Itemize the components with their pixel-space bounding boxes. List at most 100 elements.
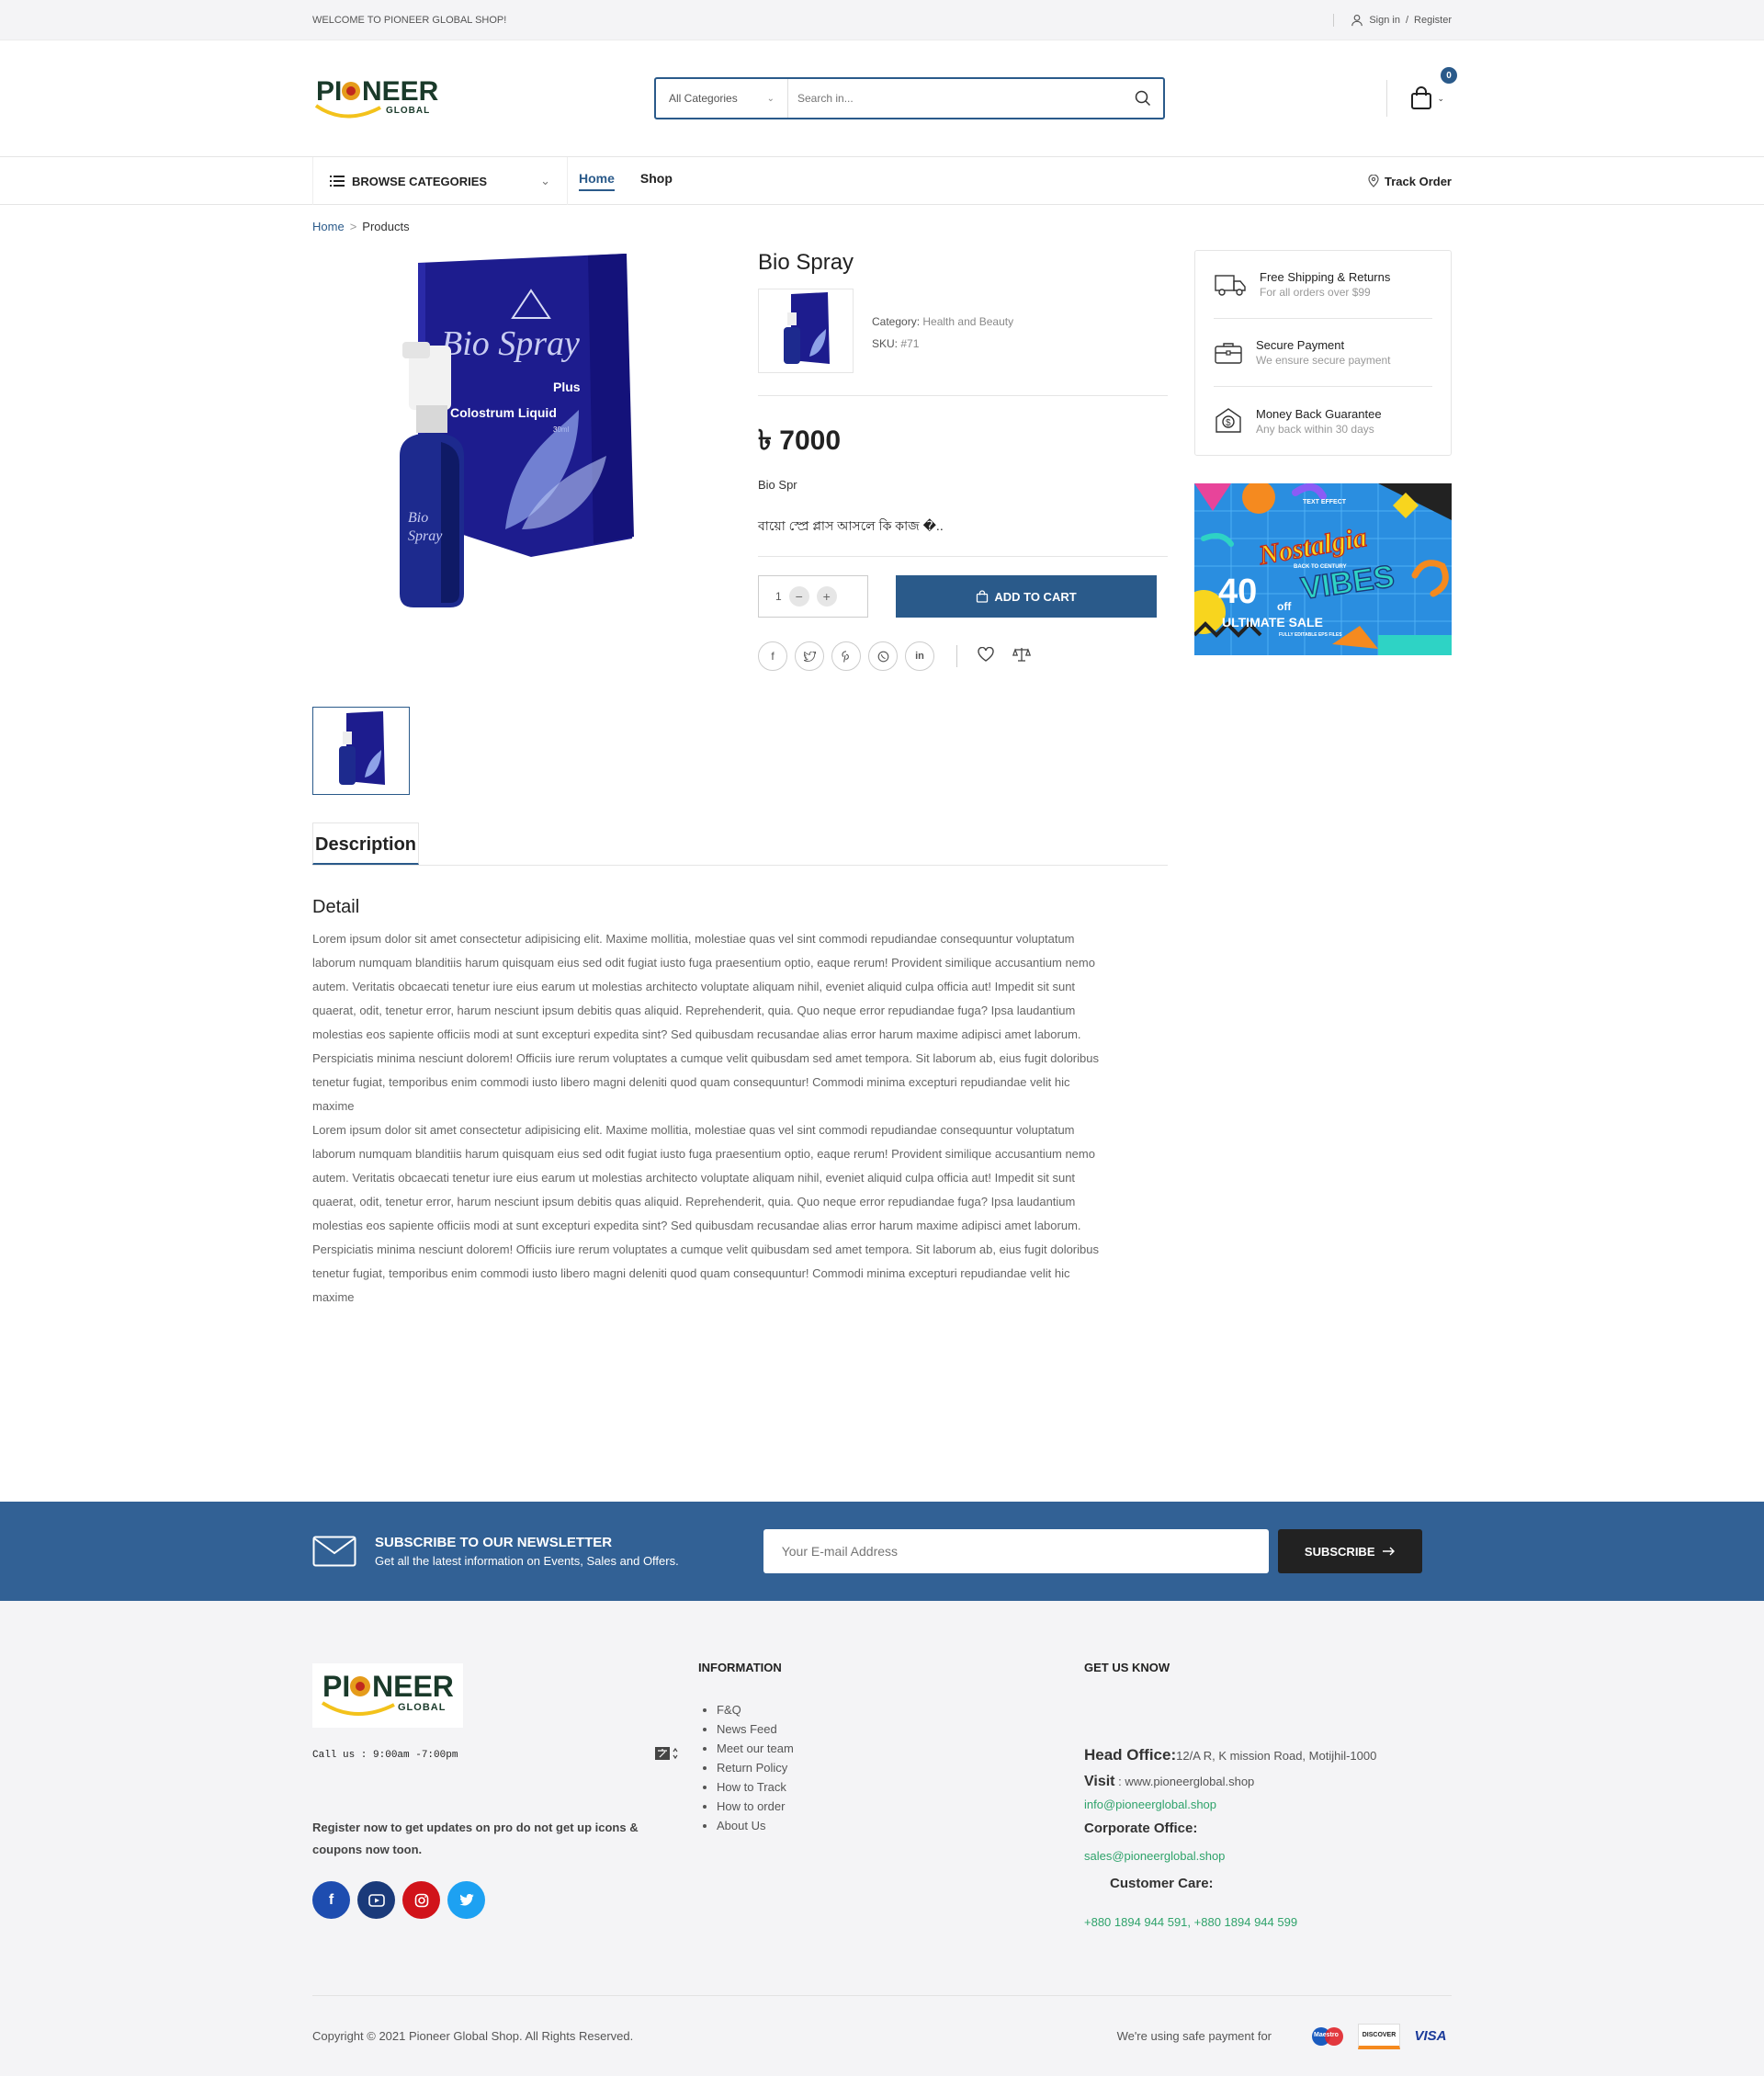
category-link[interactable]: Health and Beauty bbox=[922, 315, 1013, 328]
feature-title: Money Back Guarantee bbox=[1256, 406, 1382, 421]
twitter-icon[interactable] bbox=[447, 1881, 485, 1919]
product-thumbnail-active[interactable] bbox=[312, 707, 410, 795]
search-category-label: All Categories bbox=[669, 92, 738, 105]
product-main-image[interactable]: Bio Spray Plus Colostrum Liquid 30ml Bio… bbox=[312, 254, 735, 621]
box-plus-text: Plus bbox=[553, 380, 581, 394]
briefcase-icon bbox=[1215, 342, 1242, 364]
cart-count-badge: 0 bbox=[1441, 67, 1457, 84]
phone-numbers[interactable]: +880 1894 944 591, +880 1894 944 599 bbox=[1084, 1915, 1297, 1929]
instagram-icon[interactable] bbox=[402, 1881, 440, 1919]
svg-text:PI: PI bbox=[322, 1670, 350, 1703]
truck-icon bbox=[1215, 274, 1246, 296]
search-category-select[interactable]: All Categories ⌄ bbox=[656, 79, 788, 118]
envelope-icon bbox=[312, 1536, 356, 1567]
footer-know-heading: GET US KNOW bbox=[1084, 1661, 1170, 1674]
feature-desc: Any back within 30 days bbox=[1256, 422, 1374, 436]
footer-link-news-feed[interactable]: News Feed bbox=[717, 1719, 1047, 1739]
sales-email-link[interactable]: sales@pioneerglobal.shop bbox=[1084, 1849, 1225, 1863]
shopping-bag-icon bbox=[977, 590, 989, 603]
subscribe-label: SUBSCRIBE bbox=[1304, 1544, 1375, 1559]
tab-description[interactable]: Description bbox=[312, 822, 420, 865]
feature-title: Secure Payment bbox=[1256, 338, 1345, 352]
product-thumbnail-small[interactable] bbox=[758, 289, 854, 373]
footer-link-how-to-track[interactable]: How to Track bbox=[717, 1777, 1047, 1797]
banner-off: off bbox=[1277, 600, 1292, 613]
footer: PI NEER GLOBAL Call us : 9:00am -7:00pm … bbox=[0, 1601, 1764, 2076]
banner-small-text: FULLY EDITABLE EPS FILES bbox=[1279, 632, 1342, 638]
compare-icon[interactable] bbox=[1012, 647, 1032, 666]
site-logo[interactable]: PI NEER GLOBAL bbox=[312, 71, 450, 126]
track-order-link[interactable]: Track Order bbox=[1368, 175, 1452, 188]
info-email-link[interactable]: info@pioneerglobal.shop bbox=[1084, 1798, 1216, 1811]
twitter-icon[interactable] bbox=[795, 641, 824, 671]
safe-payment-text: We're using safe payment for bbox=[1116, 2029, 1272, 2043]
search-input[interactable] bbox=[788, 79, 1123, 118]
svg-text:Bio: Bio bbox=[408, 510, 428, 526]
cart-button[interactable]: ⌄ 0 bbox=[1386, 67, 1457, 117]
svg-text:GLOBAL: GLOBAL bbox=[386, 106, 430, 116]
minus-icon[interactable]: − bbox=[788, 586, 809, 607]
product-tabs: Description bbox=[312, 822, 1168, 866]
maestro-icon: Maestro bbox=[1308, 2024, 1349, 2049]
account-links: Sign in / Register bbox=[1333, 14, 1452, 27]
register-link[interactable]: Register bbox=[1414, 15, 1452, 26]
chevron-down-icon: ⌄ bbox=[540, 174, 550, 187]
share-links: f in bbox=[758, 641, 1168, 671]
top-bar: WELCOME TO PIONEER GLOBAL SHOP! Sign in … bbox=[0, 0, 1764, 40]
newsletter-text: SUBSCRIBE TO OUR NEWSLETTER Get all the … bbox=[375, 1535, 679, 1568]
plus-icon[interactable]: + bbox=[816, 586, 837, 607]
breadcrumb-current: Products bbox=[362, 220, 410, 233]
footer-logo-graphic: PI NEER GLOBAL bbox=[321, 1670, 454, 1716]
footer-information: INFORMATION F&Q News Feed Meet our team … bbox=[698, 1661, 1047, 1835]
footer-link-how-to-order[interactable]: How to order bbox=[717, 1797, 1047, 1816]
newsletter-bar: SUBSCRIBE TO OUR NEWSLETTER Get all the … bbox=[0, 1502, 1764, 1601]
main-content: Home > Products Bio Spray Plus Colostrum L… bbox=[312, 220, 1452, 1310]
product-meta-text: Category: Health and Beauty SKU: #71 bbox=[872, 311, 1013, 373]
language-icon[interactable] bbox=[654, 1746, 678, 1764]
website-link[interactable]: : www.pioneerglobal.shop bbox=[1118, 1775, 1254, 1788]
pinterest-icon[interactable] bbox=[831, 641, 861, 671]
whatsapp-icon[interactable] bbox=[868, 641, 898, 671]
banner-discount: 40 bbox=[1218, 573, 1257, 611]
youtube-icon[interactable] bbox=[357, 1881, 395, 1919]
search-button[interactable] bbox=[1123, 90, 1163, 107]
product-meta: Category: Health and Beauty SKU: #71 bbox=[758, 289, 1168, 396]
facebook-icon[interactable]: f bbox=[758, 641, 787, 671]
footer-link-team[interactable]: Meet our team bbox=[717, 1739, 1047, 1758]
facebook-icon[interactable]: f bbox=[312, 1881, 350, 1919]
nav-shop[interactable]: Shop bbox=[640, 171, 673, 191]
signin-link[interactable]: Sign in bbox=[1369, 15, 1400, 26]
box-brand-text: Bio Spray bbox=[441, 324, 580, 363]
feature-secure-payment: Secure Payment We ensure secure payment bbox=[1214, 319, 1432, 387]
promo-banner[interactable]: TEXT EFFECT Nostalgia BACK TO CENTURY 40… bbox=[1194, 483, 1452, 655]
footer-link-faq[interactable]: F&Q bbox=[717, 1700, 1047, 1719]
product-thumb-photo bbox=[784, 292, 830, 364]
footer-link-return-policy[interactable]: Return Policy bbox=[717, 1758, 1047, 1777]
subscribe-button[interactable]: SUBSCRIBE bbox=[1277, 1529, 1422, 1573]
add-to-cart-button[interactable]: ADD TO CART bbox=[896, 575, 1157, 618]
feature-desc: We ensure secure payment bbox=[1256, 354, 1391, 367]
quantity-value[interactable]: 1 bbox=[775, 590, 782, 603]
product-price: ৳ 7000 bbox=[758, 425, 842, 456]
product-photo: Bio Spray Plus Colostrum Liquid 30ml Bio… bbox=[400, 254, 634, 607]
sku-label: SKU: bbox=[872, 337, 899, 350]
heart-icon[interactable] bbox=[978, 646, 994, 666]
footer-logo[interactable]: PI NEER GLOBAL bbox=[312, 1663, 463, 1728]
add-to-cart-row: 1 − + ADD TO CART bbox=[758, 575, 1168, 618]
footer-info-heading: INFORMATION bbox=[698, 1661, 782, 1674]
sku-value: #71 bbox=[900, 337, 920, 350]
linkedin-icon[interactable]: in bbox=[905, 641, 934, 671]
browse-label: BROWSE CATEGORIES bbox=[352, 174, 488, 188]
footer-link-about-us[interactable]: About Us bbox=[717, 1816, 1047, 1835]
chevron-down-icon: ⌄ bbox=[1437, 93, 1444, 103]
payment-icons: Maestro DISCOVER VISA bbox=[1308, 2023, 1452, 2049]
quantity-stepper: 1 − + bbox=[758, 575, 868, 618]
shopping-bag-icon bbox=[1411, 86, 1432, 109]
newsletter-desc: Get all the latest information on Events… bbox=[375, 1554, 679, 1568]
nav-home[interactable]: Home bbox=[579, 171, 615, 191]
newsletter-email-input[interactable] bbox=[763, 1529, 1269, 1573]
product-short-description: বায়ো স্প্রে প্লাস আসলে কি কাজ �.. bbox=[758, 516, 1168, 557]
breadcrumb-home[interactable]: Home bbox=[312, 220, 345, 233]
browse-categories-button[interactable]: BROWSE CATEGORIES ⌄ bbox=[312, 157, 568, 205]
footer-call-hours: Call us : 9:00am -7:00pm bbox=[312, 1749, 458, 1761]
